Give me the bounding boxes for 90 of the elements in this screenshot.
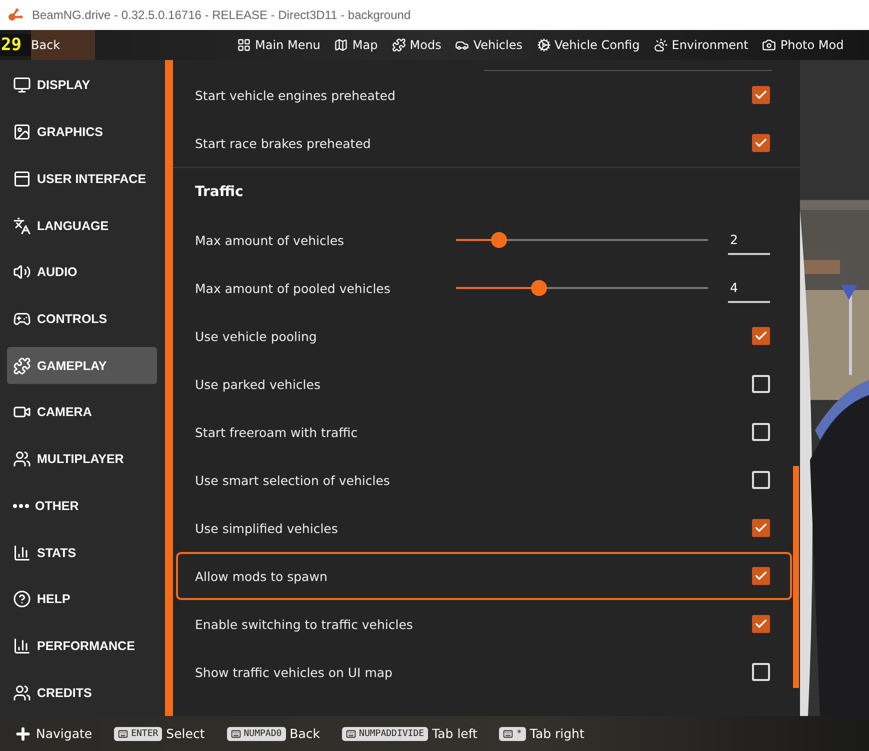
menu-button[interactable]: Vehicle Config xyxy=(536,38,640,52)
bar-chart-icon xyxy=(13,544,31,562)
setting-label: Max amount of vehicles xyxy=(195,232,346,248)
map-icon xyxy=(334,38,348,52)
checkbox[interactable] xyxy=(752,134,770,152)
sidebar-item[interactable]: GAMEPLAY xyxy=(7,347,157,384)
menu-button[interactable]: Vehicles xyxy=(455,38,522,52)
camera-icon xyxy=(762,38,776,52)
checkbox[interactable] xyxy=(752,615,770,633)
key-badge: NUMPAD0 xyxy=(226,726,286,740)
slider-thumb[interactable] xyxy=(490,232,507,248)
window-icon xyxy=(13,170,31,188)
key-badge: NUMPADDIVIDE xyxy=(342,726,428,740)
setting-label: Max amount of pooled vehicles xyxy=(195,280,392,296)
checkbox[interactable] xyxy=(752,375,770,393)
menu-button[interactable]: Photo Mod xyxy=(762,38,844,52)
help-icon xyxy=(13,590,31,608)
checkbox[interactable] xyxy=(752,519,770,537)
hint-label: Back xyxy=(290,726,320,741)
people-icon xyxy=(13,450,31,468)
puzzle-icon xyxy=(392,38,406,52)
dots-icon xyxy=(13,504,29,508)
focus-outline[interactable]: Allow mods to spawn xyxy=(176,552,792,600)
fps-counter: 29 xyxy=(0,34,31,56)
setting-label: Allow mods to spawn xyxy=(195,568,328,584)
language-icon xyxy=(13,216,31,235)
sidebar-item[interactable]: CAMERA xyxy=(7,394,157,431)
scrollbar[interactable] xyxy=(793,466,799,688)
setting-label: Start race brakes preheated xyxy=(195,136,372,150)
sidebar-item[interactable]: GRAPHICS xyxy=(7,114,157,150)
checkbox[interactable] xyxy=(752,423,770,441)
setting-label: Enable switching to traffic vehicles xyxy=(195,616,414,632)
slider-thumb[interactable] xyxy=(531,280,548,296)
sidebar-item[interactable]: MULTIPLAYER xyxy=(7,440,157,478)
check-icon xyxy=(754,329,768,343)
setting-label: Use vehicle pooling xyxy=(195,328,318,344)
sidebar-item[interactable]: LANGUAGE xyxy=(7,207,157,244)
sidebar-item[interactable]: AUDIO xyxy=(7,254,157,291)
checkbox[interactable] xyxy=(752,567,770,585)
sidebar-item[interactable]: CONTROLS xyxy=(7,300,157,338)
setting-label: Start freeroam with traffic xyxy=(195,424,359,440)
grid-icon xyxy=(237,38,251,52)
check-icon xyxy=(754,136,768,150)
checkbox[interactable] xyxy=(752,86,770,104)
window-title: BeamNG.drive - 0.32.5.0.16716 - RELEASE - Direct3D11 - background xyxy=(32,8,411,22)
checkbox[interactable] xyxy=(752,471,770,489)
menu-button[interactable]: Main Menu xyxy=(237,38,320,52)
speaker-icon xyxy=(13,263,31,282)
setting-label: Show traffic vehicles on UI map xyxy=(195,664,394,680)
menu-button[interactable]: Mods xyxy=(392,38,442,52)
sidebar-item[interactable]: CREDITS xyxy=(7,674,157,712)
setting-label: Use parked vehicles xyxy=(195,376,322,392)
app-logo-icon xyxy=(8,8,24,22)
sidebar-item[interactable]: STATS xyxy=(7,534,157,571)
sidebar-item[interactable]: HELP xyxy=(7,580,157,618)
hint-label: Tab left xyxy=(432,726,478,741)
weather-icon xyxy=(654,38,668,52)
dpad-icon xyxy=(14,724,32,742)
image-icon xyxy=(13,123,31,142)
check-icon xyxy=(754,88,768,102)
sidebar-item[interactable]: USER INTERFACE xyxy=(7,160,157,198)
menu-button[interactable]: Environment xyxy=(654,38,748,52)
hint-label: Tab right xyxy=(530,726,584,741)
checkbox[interactable] xyxy=(752,327,770,345)
key-badge: ENTER xyxy=(114,726,162,740)
sidebar-item[interactable]: PERFORMANCE xyxy=(7,628,157,664)
check-icon xyxy=(754,617,768,631)
hint-label: Navigate xyxy=(36,726,92,741)
back-button[interactable]: Back xyxy=(31,30,95,60)
slider[interactable] xyxy=(456,280,708,296)
check-icon xyxy=(754,521,768,535)
number-field[interactable]: 4 xyxy=(728,273,770,303)
people-icon xyxy=(13,684,31,702)
sidebar-item[interactable]: DISPLAY xyxy=(7,67,157,104)
setting-label: Use smart selection of vehicles xyxy=(195,472,391,488)
number-field[interactable]: 2 xyxy=(728,225,770,255)
bar-chart-icon xyxy=(13,636,31,655)
checkbox[interactable] xyxy=(752,663,770,681)
monitor-icon xyxy=(13,76,31,94)
setting-label: Start vehicle engines preheated xyxy=(195,88,396,102)
sidebar-item[interactable]: OTHER xyxy=(7,487,157,524)
gear-icon xyxy=(536,38,550,52)
menu-button[interactable]: Map xyxy=(334,38,378,52)
check-icon xyxy=(754,569,768,583)
slider[interactable] xyxy=(456,232,708,248)
hint-label: Select xyxy=(166,726,205,741)
key-badge: * xyxy=(499,726,526,740)
setting-label: Use simplified vehicles xyxy=(195,520,339,536)
puzzle-icon xyxy=(13,356,31,375)
section-heading: Traffic xyxy=(195,184,244,200)
